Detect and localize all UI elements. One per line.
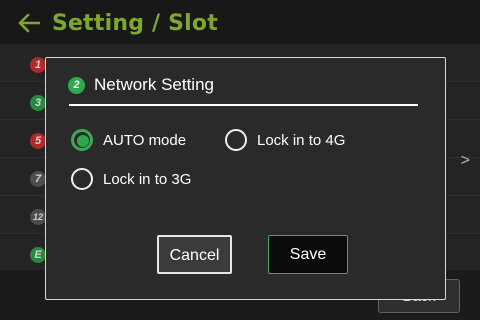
radio-lock-4g[interactable]: Lock in to 4G <box>225 129 345 151</box>
radio-auto-mode[interactable]: AUTO mode <box>71 129 186 151</box>
save-button[interactable]: Save <box>268 235 348 274</box>
radio-label: Lock in to 3G <box>103 170 192 188</box>
dialog-title: Network Setting <box>94 75 214 94</box>
radio-label: Lock in to 4G <box>257 131 346 149</box>
radio-checked-icon <box>71 129 93 151</box>
network-setting-dialog: 2 Network Setting AUTO mode Lock in to 4… <box>45 57 446 300</box>
radio-lock-3g[interactable]: Lock in to 3G <box>71 168 191 190</box>
radio-unchecked-icon <box>225 129 247 151</box>
title-divider <box>69 104 418 106</box>
slot-badge: 2 <box>68 77 85 94</box>
radio-unchecked-icon <box>71 168 93 190</box>
radio-label: AUTO mode <box>103 131 187 149</box>
cancel-button[interactable]: Cancel <box>157 235 232 274</box>
